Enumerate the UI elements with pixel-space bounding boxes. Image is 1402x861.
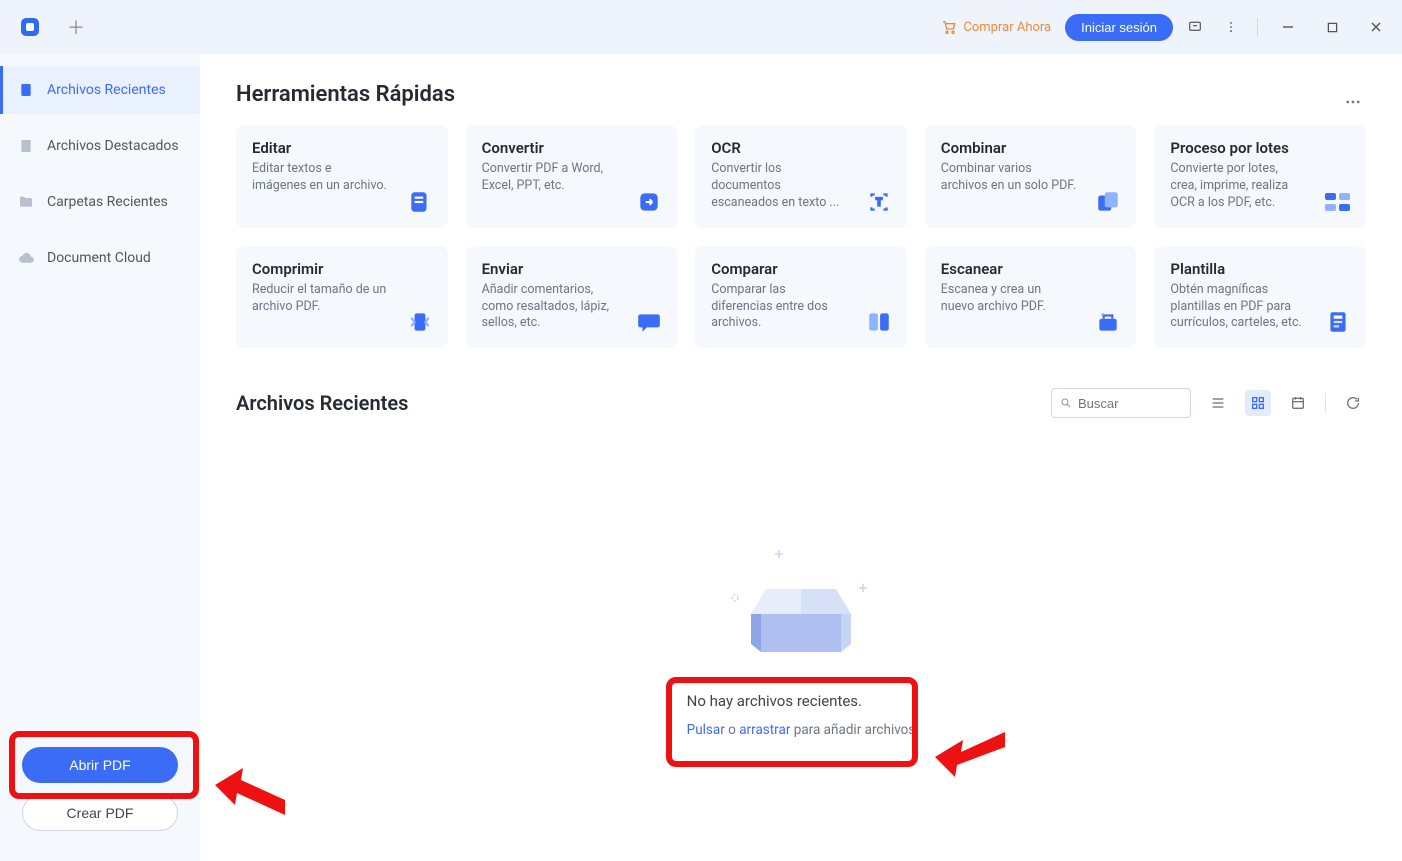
sidebar-item-label: Carpetas Recientes xyxy=(47,194,168,210)
empty-title: No hay archivos recientes. xyxy=(687,692,916,710)
tool-desc: Editar textos e imágenes en un archivo. xyxy=(252,161,432,195)
window-close-button[interactable] xyxy=(1358,13,1394,41)
tool-title: Comprimir xyxy=(252,260,432,278)
tool-card-compare[interactable]: Comparar Comparar las diferencias entre … xyxy=(695,246,907,349)
page-icon xyxy=(17,81,35,99)
refresh-icon[interactable] xyxy=(1340,390,1366,416)
titlebar: ＋ Comprar Ahora Iniciar sesión xyxy=(0,0,1402,54)
quick-tools-heading: Herramientas Rápidas xyxy=(236,82,455,107)
empty-subtitle: Pulsar o arrastrar para añadir archivos xyxy=(687,722,916,738)
recent-empty-state: No hay archivos recientes. Pulsar o arra… xyxy=(236,434,1366,738)
tool-desc: Convertir los documentos escaneados en t… xyxy=(711,161,891,212)
sidebar-item-recent-files[interactable]: Archivos Recientes xyxy=(0,66,200,114)
batch-icon xyxy=(1324,188,1352,216)
tool-card-send[interactable]: Enviar Añadir comentarios, como resaltad… xyxy=(466,246,678,349)
sidebar-item-label: Archivos Destacados xyxy=(47,138,179,154)
window-minimize-button[interactable] xyxy=(1270,13,1306,41)
sidebar-item-document-cloud[interactable]: Document Cloud xyxy=(0,234,200,282)
tool-title: Combinar xyxy=(941,139,1121,157)
sidebar: Archivos Recientes Archivos Destacados C… xyxy=(0,54,200,861)
tool-desc: Comparar las diferencias entre dos archi… xyxy=(711,282,891,333)
scan-icon xyxy=(1094,308,1122,336)
calendar-view-icon[interactable] xyxy=(1285,390,1311,416)
app-logo-icon xyxy=(18,15,42,39)
recent-files-heading: Archivos Recientes xyxy=(236,391,408,415)
tool-card-template[interactable]: Plantilla Obtén magníficas plantillas en… xyxy=(1154,246,1366,349)
folder-icon xyxy=(17,193,35,211)
compare-icon xyxy=(865,308,893,336)
tool-desc: Escanea y crea un nuevo archivo PDF. xyxy=(941,282,1121,316)
sidebar-item-label: Document Cloud xyxy=(47,250,151,266)
svg-text:T: T xyxy=(876,197,882,208)
app-logo-tab[interactable] xyxy=(8,7,52,47)
tool-card-convert[interactable]: Convertir Convertir PDF a Word, Excel, P… xyxy=(466,125,678,228)
arrastrar-link[interactable]: arrastrar xyxy=(739,722,790,738)
tool-title: Plantilla xyxy=(1170,260,1350,278)
star-page-icon xyxy=(17,137,35,155)
quick-tools-grid: Editar Editar textos e imágenes en un ar… xyxy=(236,125,1366,348)
tool-desc: Convertir PDF a Word, Excel, PPT, etc. xyxy=(482,161,662,195)
tool-card-combine[interactable]: Combinar Combinar varios archivos en un … xyxy=(925,125,1137,228)
main-content: Herramientas Rápidas Editar Editar texto… xyxy=(200,54,1402,861)
kebab-menu-icon[interactable] xyxy=(1217,13,1245,41)
tool-title: Proceso por lotes xyxy=(1170,139,1350,157)
tool-title: Escanear xyxy=(941,260,1121,278)
template-icon xyxy=(1324,308,1352,336)
buy-now-link[interactable]: Comprar Ahora xyxy=(935,15,1057,39)
search-input[interactable] xyxy=(1078,396,1182,411)
tool-card-ocr[interactable]: OCR Convertir los documentos escaneados … xyxy=(695,125,907,228)
tool-title: Comparar xyxy=(711,260,891,278)
sidebar-item-label: Archivos Recientes xyxy=(47,82,166,98)
ocr-icon: T xyxy=(865,188,893,216)
feedback-icon[interactable] xyxy=(1181,13,1209,41)
create-pdf-button[interactable]: Crear PDF xyxy=(22,795,178,831)
send-icon xyxy=(635,308,663,336)
empty-box-illustration xyxy=(721,544,881,664)
compress-icon xyxy=(406,308,434,336)
buy-now-label: Comprar Ahora xyxy=(963,20,1051,35)
sidebar-item-featured-files[interactable]: Archivos Destacados xyxy=(0,122,200,170)
tool-card-compress[interactable]: Comprimir Reducir el tamaño de un archiv… xyxy=(236,246,448,349)
login-button[interactable]: Iniciar sesión xyxy=(1065,14,1173,41)
window-maximize-button[interactable] xyxy=(1314,13,1350,41)
more-tools-icon[interactable] xyxy=(1340,89,1366,119)
tool-card-edit[interactable]: Editar Editar textos e imágenes en un ar… xyxy=(236,125,448,228)
pulsar-link[interactable]: Pulsar xyxy=(687,722,725,738)
grid-view-icon[interactable] xyxy=(1245,390,1271,416)
tool-card-batch[interactable]: Proceso por lotes Convierte por lotes, c… xyxy=(1154,125,1366,228)
convert-icon xyxy=(635,188,663,216)
tool-title: Editar xyxy=(252,139,432,157)
tool-title: Convertir xyxy=(482,139,662,157)
tool-desc: Reducir el tamaño de un archivo PDF. xyxy=(252,282,432,316)
new-tab-button[interactable]: ＋ xyxy=(56,7,96,47)
list-view-icon[interactable] xyxy=(1205,390,1231,416)
search-box[interactable] xyxy=(1051,388,1191,418)
edit-icon xyxy=(406,188,434,216)
open-pdf-button[interactable]: Abrir PDF xyxy=(22,747,178,783)
cloud-icon xyxy=(17,249,35,267)
tool-desc: Combinar varios archivos en un solo PDF. xyxy=(941,161,1121,195)
tool-title: OCR xyxy=(711,139,891,157)
sidebar-item-recent-folders[interactable]: Carpetas Recientes xyxy=(0,178,200,226)
combine-icon xyxy=(1094,188,1122,216)
search-icon xyxy=(1060,396,1072,410)
tool-card-scan[interactable]: Escanear Escanea y crea un nuevo archivo… xyxy=(925,246,1137,349)
tool-title: Enviar xyxy=(482,260,662,278)
cart-icon xyxy=(941,19,957,35)
